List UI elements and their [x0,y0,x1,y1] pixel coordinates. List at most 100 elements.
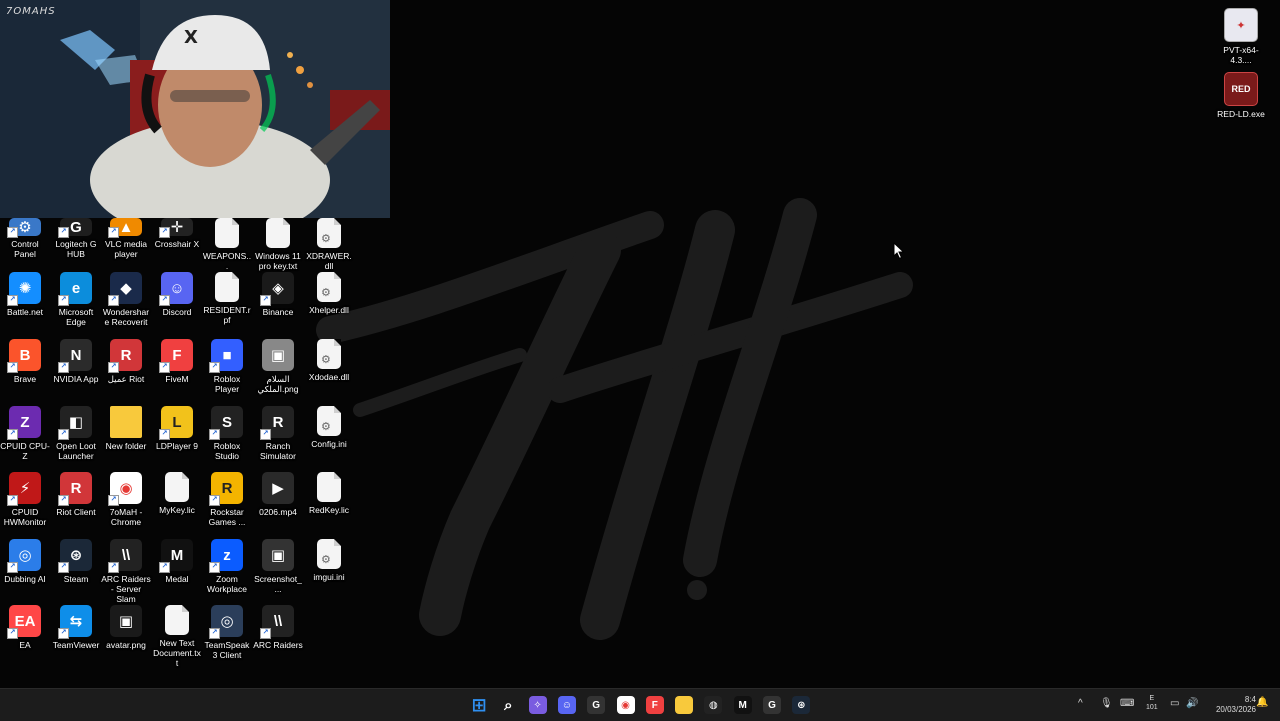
desktop-icon[interactable]: ⊛ ↗ Steam [51,539,101,584]
desktop-icon[interactable]: N ↗ NVIDIA App [51,339,101,384]
explorer-taskbar[interactable] [675,696,694,714]
desktop-icon[interactable]: \\ ↗ ARC Raiders [253,605,303,650]
desktop-icon[interactable]: ⚙ Config.ini [304,406,354,449]
volume-icon[interactable]: 🔊 [1186,698,1198,709]
desktop-icon[interactable]: ✺ ↗ Battle.net [0,272,50,317]
input-language-indicator[interactable]: E 101 [1146,694,1158,712]
desktop-icon[interactable]: ✛ ↗ Crosshair X [152,218,202,249]
microphone-icon[interactable]: 🎙 [1100,698,1113,709]
desktop-icon-label: Xdodae.dll [308,372,350,382]
keyboard-icon[interactable]: ⌨ [1120,698,1134,709]
ea-icon: EA ↗ [7,605,41,639]
fivem-taskbar[interactable]: F [645,696,664,714]
desktop-icon[interactable]: \\ ↗ ARC Raiders - Server Slam [101,539,151,604]
desktop-icon[interactable]: ⚙ Xhelper.dll [304,272,354,315]
shortcut-arrow-icon: ↗ [7,495,18,506]
folder-icon [110,406,142,438]
desktop-icon[interactable]: ⚙ XDRAWER.dll [304,218,354,271]
desktop-icon[interactable]: ◧ ↗ Open Loot Launcher [51,406,101,461]
image-file-icon: ▣ [110,605,142,637]
shortcut-arrow-icon: ↗ [159,562,170,573]
desktop-icon[interactable]: R ↗ Ranch Simulator [253,406,303,461]
desktop-icon[interactable]: ⚙ ↗ Control Panel [0,218,50,259]
desktop-icon[interactable]: ▲ ↗ VLC media player [101,218,151,259]
arc-raiders-icon: \\ ↗ [260,605,294,639]
desktop-icon[interactable]: S ↗ Roblox Studio [202,406,252,461]
app-g-taskbar[interactable]: G [587,696,606,714]
medal-taskbar[interactable]: M [733,696,752,714]
desktop-icon-label: Steam [63,574,89,584]
desktop-icon[interactable]: ▣ avatar.png [101,605,151,650]
desktop-icon[interactable]: ▣ السلام الملكي.png [253,339,303,394]
copilot-button[interactable]: ✧ [528,696,547,714]
chrome-taskbar[interactable]: ◉ [616,696,635,714]
desktop-icon-label: Dubbing AI [4,574,46,584]
shortcut-arrow-icon: ↗ [209,562,220,573]
desktop-icon[interactable]: ▣ Screenshot_... [253,539,303,594]
desktop-icon[interactable]: EA ↗ EA [0,605,50,650]
control-panel-icon: ⚙ ↗ [7,218,41,238]
taskbar: ⊞ ⌕ ✧ ☺ G ◉ F ◍ M G ⊛ ^ 🎙 ⌨ E 101 ▭ 🔊 8:4 20/03/20… [0,688,1280,721]
desktop-icon-label: New Text Document.txt [153,638,201,668]
image-file-icon: ▣ [262,339,294,371]
openloot-icon: ◧ ↗ [58,406,92,440]
input-language-bottom: 101 [1146,704,1158,711]
shortcut-arrow-icon: ↗ [58,495,69,506]
discord-taskbar[interactable]: ☺ [557,696,576,714]
desktop-icon[interactable]: ◉ ↗ 7oMaH - Chrome [101,472,151,527]
desktop-icon[interactable]: ⚙ imgui.ini [304,539,354,582]
desktop-icon[interactable]: R ↗ Riot Client [51,472,101,517]
tray-overflow-chevron-icon[interactable]: ^ [1078,698,1083,709]
desktop-icon-label: Zoom Workplace [207,574,247,594]
desktop-icon[interactable]: ◎ ↗ Dubbing AI [0,539,50,584]
desktop-icon[interactable]: Windows 11 pro key.txt [253,218,303,271]
file-icon [215,272,239,302]
discord-icon: ☺ ↗ [159,272,193,306]
desktop-icon[interactable]: ■ ↗ Roblox Player [202,339,252,394]
shortcut-arrow-icon: ↗ [159,429,170,440]
ini-file-icon: ⚙ [317,539,341,569]
desktop-icon[interactable]: Z ↗ CPUID CPU-Z [0,406,50,461]
app-g2-taskbar[interactable]: G [763,696,781,714]
desktop-icon[interactable]: RedKey.lic [304,472,354,515]
hwmonitor-icon: ⚡ ↗ [7,472,41,506]
network-icon[interactable]: ▭ [1170,698,1179,709]
desktop-icon[interactable]: G ↗ Logitech G HUB [51,218,101,259]
binance-icon: ◈ ↗ [260,272,294,306]
shortcut-arrow-icon: ↗ [108,495,119,506]
desktop-icon[interactable]: M ↗ Medal [152,539,202,584]
desktop-icon[interactable]: ☺ ↗ Discord [152,272,202,317]
steam-taskbar[interactable]: ⊛ [792,696,811,714]
notification-bell-icon[interactable]: 🔔 [1256,697,1268,708]
obs-taskbar[interactable]: ◍ [704,696,723,714]
desktop-icon[interactable]: L ↗ LDPlayer 9 [152,406,202,451]
desktop-icon[interactable]: New Text Document.txt [152,605,202,668]
file-icon [165,472,189,502]
desktop-icon[interactable]: WEAPONS... [202,218,252,271]
shortcut-arrow-icon: ↗ [209,495,220,506]
desktop-icon[interactable]: B ↗ Brave [0,339,50,384]
desktop-icon-label: EA [19,640,31,650]
desktop-icon[interactable]: New folder [101,406,151,451]
desktop-icon-pvt[interactable]: ✦ PVT-x64-4.3.... [1216,8,1266,65]
desktop-icon[interactable]: ▶ 0206.mp4 [253,472,303,517]
desktop-icon[interactable]: ⚙ Xdodae.dll [304,339,354,382]
search-button[interactable]: ⌕ [499,696,517,714]
desktop-icon[interactable]: e ↗ Microsoft Edge [51,272,101,327]
desktop-icon[interactable]: MyKey.lic [152,472,202,515]
desktop-icon[interactable]: ◈ ↗ Binance [253,272,303,317]
desktop-icon[interactable]: ◎ ↗ TeamSpeak 3 Client [202,605,252,660]
desktop-icon[interactable]: R ↗ Rockstar Games ... [202,472,252,527]
desktop-icon[interactable]: z ↗ Zoom Workplace [202,539,252,594]
desktop-icon[interactable]: ⇆ ↗ TeamViewer [51,605,101,650]
start-button[interactable]: ⊞ [470,695,488,715]
desktop-icon[interactable]: ◆ ↗ Wondershare Recoverit [101,272,151,327]
desktop-icon-label: Brave [13,374,37,384]
desktop-icon-red-ld[interactable]: RED RED-LD.exe [1216,72,1266,119]
desktop-icon[interactable]: F ↗ FiveM [152,339,202,384]
desktop-icon[interactable]: ⚡ ↗ CPUID HWMonitor [0,472,50,527]
system-clock[interactable]: 8:4 20/03/2026 [1216,695,1256,715]
desktop-icon[interactable]: RESIDENT.rpf [202,272,252,325]
clock-time: 8:4 [1244,695,1256,704]
desktop-icon[interactable]: R ↗ عميل Riot [101,339,151,384]
